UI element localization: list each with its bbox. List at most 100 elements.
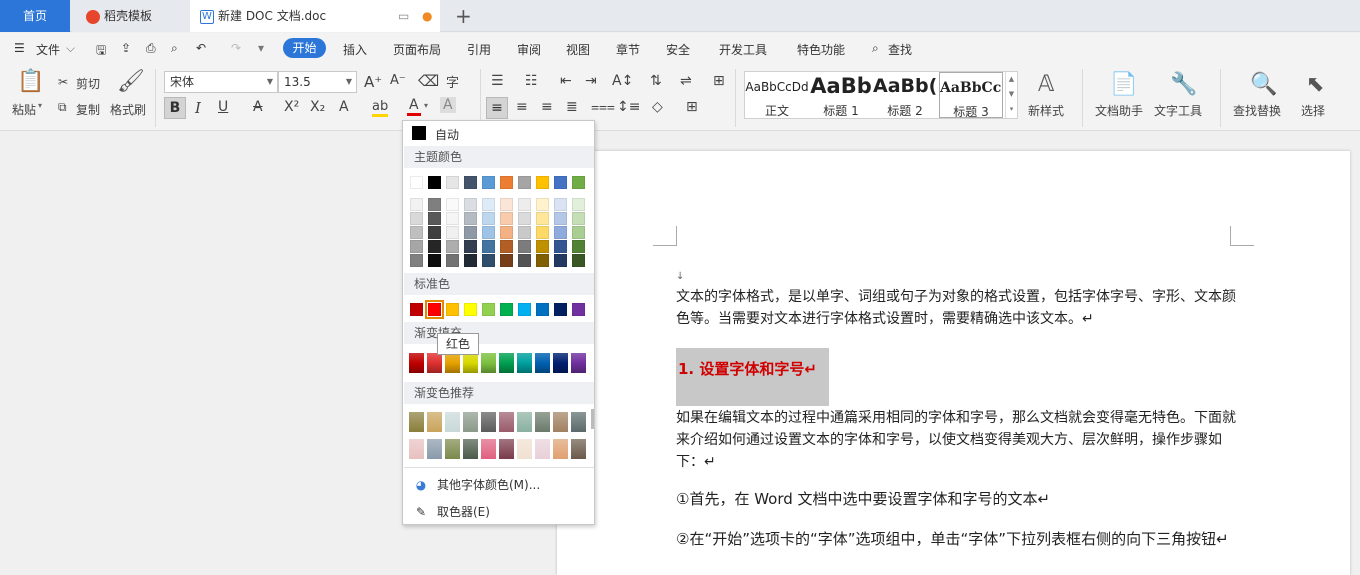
superscript-icon[interactable]: X² bbox=[284, 99, 299, 115]
theme-shade-swatch[interactable] bbox=[410, 240, 423, 253]
save-icon[interactable]: 🖫 bbox=[96, 41, 106, 62]
menu-file[interactable]: 文件 bbox=[36, 41, 60, 58]
recommended-gradient-swatch[interactable] bbox=[445, 412, 460, 432]
table-icon[interactable]: ⊞ bbox=[713, 73, 725, 89]
highlight-icon[interactable]: ab bbox=[372, 99, 389, 117]
tab-home[interactable]: 首页 bbox=[0, 0, 70, 32]
wrench-icon[interactable]: 🔧 bbox=[1170, 72, 1197, 97]
font-color-dropdown-icon[interactable]: ▾ bbox=[424, 101, 428, 110]
menu-chapter[interactable]: 章节 bbox=[616, 41, 640, 58]
recommended-gradient-swatch[interactable] bbox=[535, 412, 550, 432]
theme-shade-swatch[interactable] bbox=[572, 226, 585, 239]
recommended-gradient-swatch[interactable] bbox=[409, 412, 424, 432]
theme-shade-swatch[interactable] bbox=[554, 198, 567, 211]
standard-color-swatch[interactable] bbox=[464, 303, 477, 316]
copy-icon[interactable]: ⧉ bbox=[58, 100, 67, 115]
italic-button[interactable]: I bbox=[195, 99, 201, 117]
scrollbar-thumb[interactable] bbox=[591, 409, 594, 429]
grow-font-icon[interactable]: A⁺ bbox=[364, 73, 382, 91]
theme-shade-swatch[interactable] bbox=[554, 212, 567, 225]
align-left-button[interactable]: ≡ bbox=[486, 97, 508, 119]
theme-shade-swatch[interactable] bbox=[536, 254, 549, 267]
theme-color-swatch[interactable] bbox=[446, 176, 459, 189]
tab-template[interactable]: 稻壳模板 bbox=[72, 0, 190, 32]
new-style-label[interactable]: 新样式 bbox=[1028, 102, 1064, 119]
text-direction-icon[interactable]: A↕ bbox=[612, 73, 633, 89]
numbered-list-icon[interactable]: ☷ bbox=[525, 73, 538, 89]
theme-shade-swatch[interactable] bbox=[572, 240, 585, 253]
standard-color-swatch[interactable] bbox=[500, 303, 513, 316]
doc-assistant-label[interactable]: 文档助手 bbox=[1095, 102, 1143, 119]
gradient-color-swatch[interactable] bbox=[445, 353, 460, 373]
recommended-gradient-swatch[interactable] bbox=[499, 412, 514, 432]
select-label[interactable]: 选择 bbox=[1301, 102, 1325, 119]
recommended-gradient-swatch[interactable] bbox=[463, 412, 478, 432]
standard-color-swatch[interactable] bbox=[518, 303, 531, 316]
subscript-icon[interactable]: X₂ bbox=[310, 99, 325, 115]
gradient-color-swatch[interactable] bbox=[481, 353, 496, 373]
menu-view[interactable]: 视图 bbox=[566, 41, 590, 58]
font-name-select[interactable]: 宋体 ▼ bbox=[164, 71, 278, 93]
recommended-gradient-swatch[interactable] bbox=[481, 439, 496, 459]
gradient-color-swatch[interactable] bbox=[499, 353, 514, 373]
paste-dropdown-icon[interactable]: ▾ bbox=[38, 101, 42, 110]
gradient-color-swatch[interactable] bbox=[535, 353, 550, 373]
theme-shade-swatch[interactable] bbox=[536, 226, 549, 239]
paste-label[interactable]: 粘贴 bbox=[12, 101, 36, 118]
hamburger-icon[interactable]: ☰ bbox=[14, 41, 25, 55]
theme-shade-swatch[interactable] bbox=[464, 198, 477, 211]
line-break-icon[interactable]: ⇌ bbox=[680, 73, 692, 89]
search-icon[interactable]: ⌕ bbox=[872, 41, 879, 56]
decrease-indent-icon[interactable]: ⇤ bbox=[560, 73, 572, 89]
step-2[interactable]: ②在“开始”选项卡的“字体”选项组中，单击“字体”下拉列表框右侧的向下三角按钮↵ bbox=[676, 528, 1236, 550]
theme-shade-swatch[interactable] bbox=[500, 198, 513, 211]
standard-color-swatch[interactable] bbox=[482, 303, 495, 316]
gradient-color-swatch[interactable] bbox=[463, 353, 478, 373]
menu-special[interactable]: 特色功能 bbox=[797, 41, 845, 58]
theme-shade-swatch[interactable] bbox=[410, 198, 423, 211]
text-effect-icon[interactable]: A bbox=[339, 99, 349, 115]
theme-shade-swatch[interactable] bbox=[536, 212, 549, 225]
theme-shade-swatch[interactable] bbox=[500, 226, 513, 239]
find-replace-icon[interactable]: 🔍 bbox=[1250, 72, 1277, 97]
redo-icon[interactable]: ↷ bbox=[231, 41, 241, 55]
theme-shade-swatch[interactable] bbox=[410, 226, 423, 239]
gradient-color-swatch[interactable] bbox=[517, 353, 532, 373]
recommended-gradient-swatch[interactable] bbox=[481, 412, 496, 432]
theme-shade-swatch[interactable] bbox=[572, 254, 585, 267]
auto-color-option[interactable]: 自动 bbox=[435, 126, 459, 143]
theme-shade-swatch[interactable] bbox=[464, 212, 477, 225]
theme-shade-swatch[interactable] bbox=[572, 198, 585, 211]
line-spacing-icon[interactable]: ↕≡ bbox=[617, 99, 640, 115]
theme-shade-swatch[interactable] bbox=[482, 240, 495, 253]
theme-color-swatch[interactable] bbox=[572, 176, 585, 189]
doc-assistant-icon[interactable]: 📄 bbox=[1110, 72, 1137, 97]
format-painter-icon[interactable]: 🖌 bbox=[117, 69, 145, 94]
theme-color-swatch[interactable] bbox=[428, 176, 441, 189]
window-icon[interactable]: ▭ bbox=[398, 0, 409, 32]
theme-color-swatch[interactable] bbox=[518, 176, 531, 189]
bullet-list-icon[interactable]: ☰ bbox=[491, 73, 504, 89]
print-preview-icon[interactable]: ⌕ bbox=[171, 41, 178, 56]
theme-shade-swatch[interactable] bbox=[500, 212, 513, 225]
theme-shade-swatch[interactable] bbox=[410, 254, 423, 267]
theme-color-swatch[interactable] bbox=[536, 176, 549, 189]
theme-shade-swatch[interactable] bbox=[572, 212, 585, 225]
character-shading-icon[interactable]: A bbox=[440, 97, 456, 113]
export-icon[interactable]: ⇪ bbox=[121, 41, 131, 55]
theme-shade-swatch[interactable] bbox=[518, 198, 531, 211]
theme-shade-swatch[interactable] bbox=[500, 254, 513, 267]
align-center-icon[interactable]: ≡ bbox=[516, 99, 528, 115]
style-heading-2[interactable]: AaBb(标题 2 bbox=[873, 72, 937, 118]
theme-color-swatch[interactable] bbox=[410, 176, 423, 189]
standard-color-swatch[interactable] bbox=[410, 303, 423, 316]
theme-shade-swatch[interactable] bbox=[428, 226, 441, 239]
recommended-gradient-swatch[interactable] bbox=[463, 439, 478, 459]
theme-shade-swatch[interactable] bbox=[482, 212, 495, 225]
gradient-color-swatch[interactable] bbox=[427, 353, 442, 373]
shrink-font-icon[interactable]: A⁻ bbox=[390, 73, 406, 88]
quick-access-dropdown-icon[interactable]: ▾ bbox=[258, 41, 264, 55]
style-heading-1[interactable]: AaBb 标题 1 bbox=[809, 72, 873, 118]
recommended-gradient-swatch[interactable] bbox=[517, 412, 532, 432]
standard-color-swatch[interactable] bbox=[572, 303, 585, 316]
